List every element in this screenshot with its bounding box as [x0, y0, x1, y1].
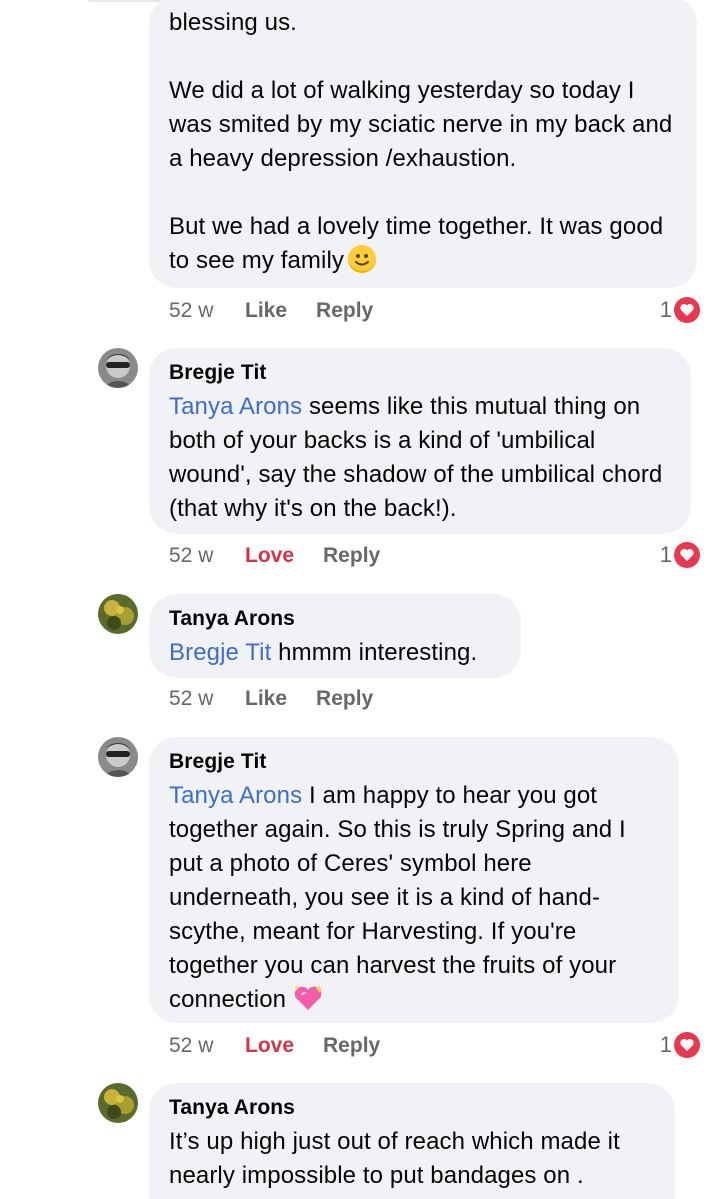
comment-timestamp[interactable]: 52 w: [169, 541, 245, 571]
comment-text: Tanya Arons seems like this mutual thing…: [169, 393, 663, 522]
comment-bubble[interactable]: Tanya Arons It’s up high just out of rea…: [149, 1083, 675, 1199]
comment-actions: 52 w Love Reply: [169, 1031, 409, 1061]
comment-bubble[interactable]: Bregje Tit Tanya Arons I am happy to hea…: [149, 737, 679, 1023]
comment-timestamp[interactable]: 52 w: [169, 296, 245, 326]
comment-bubble[interactable]: Tanya Arons Bregje Tit hmmm interesting.: [149, 594, 521, 678]
comment-author[interactable]: Bregje Tit: [169, 749, 659, 775]
reaction-summary[interactable]: 1: [660, 540, 700, 570]
comment-author[interactable]: Tanya Arons: [169, 1095, 655, 1121]
avatar-tanya-arons[interactable]: [98, 594, 138, 634]
comment-text: It’s up high just out of reach which mad…: [169, 1128, 620, 1189]
comment-text: Tanya Arons I am happy to hear you got t…: [169, 782, 626, 1013]
reply-button[interactable]: Reply: [323, 541, 380, 571]
comment-author[interactable]: Bregje Tit: [169, 360, 671, 386]
like-button[interactable]: Like: [245, 684, 287, 714]
mention-link[interactable]: Tanya Arons: [169, 782, 302, 809]
comment-actions: 52 w Love Reply: [169, 541, 409, 571]
comment-text: blessing us.: [169, 9, 297, 36]
reply-button[interactable]: Reply: [316, 296, 373, 326]
like-button[interactable]: Like: [245, 296, 287, 326]
comment-author[interactable]: Tanya Arons: [169, 606, 501, 632]
comment-timestamp[interactable]: 52 w: [169, 684, 245, 714]
love-button[interactable]: Love: [245, 1031, 294, 1061]
sparkling-heart-emoji-icon: [292, 983, 324, 1023]
avatar-bregje-tit[interactable]: [98, 737, 138, 777]
smile-emoji-icon: [347, 245, 376, 273]
avatar-tanya-arons[interactable]: [98, 1083, 138, 1123]
reply-button[interactable]: Reply: [316, 684, 373, 714]
mention-link[interactable]: Bregje Tit: [169, 639, 271, 666]
mention-link[interactable]: Tanya Arons: [169, 393, 302, 420]
comment-text: But we had a lovely time together. It wa…: [169, 213, 664, 274]
heart-reaction-icon: [674, 297, 700, 323]
comment-text: We did a lot of walking yesterday so tod…: [169, 77, 673, 172]
reaction-summary[interactable]: 1: [660, 295, 700, 325]
reaction-count: 1: [659, 297, 672, 322]
comment-actions: 52 w Like Reply: [169, 296, 402, 326]
comment-bubble[interactable]: blessing us. We did a lot of walking yes…: [149, 0, 697, 288]
comment-text: Bregje Tit hmmm interesting.: [169, 639, 478, 666]
love-button[interactable]: Love: [245, 541, 294, 571]
heart-reaction-icon: [674, 1032, 700, 1058]
reaction-count: 1: [659, 542, 672, 567]
reaction-summary[interactable]: 1: [660, 1030, 700, 1060]
comment-actions: 52 w Like Reply: [169, 684, 402, 714]
comment-bubble[interactable]: Bregje Tit Tanya Arons seems like this m…: [149, 348, 691, 534]
comment-timestamp[interactable]: 52 w: [169, 1031, 245, 1061]
heart-reaction-icon: [674, 542, 700, 568]
reply-button[interactable]: Reply: [323, 1031, 380, 1061]
reaction-count: 1: [659, 1032, 672, 1057]
avatar-bregje-tit[interactable]: [98, 348, 138, 388]
